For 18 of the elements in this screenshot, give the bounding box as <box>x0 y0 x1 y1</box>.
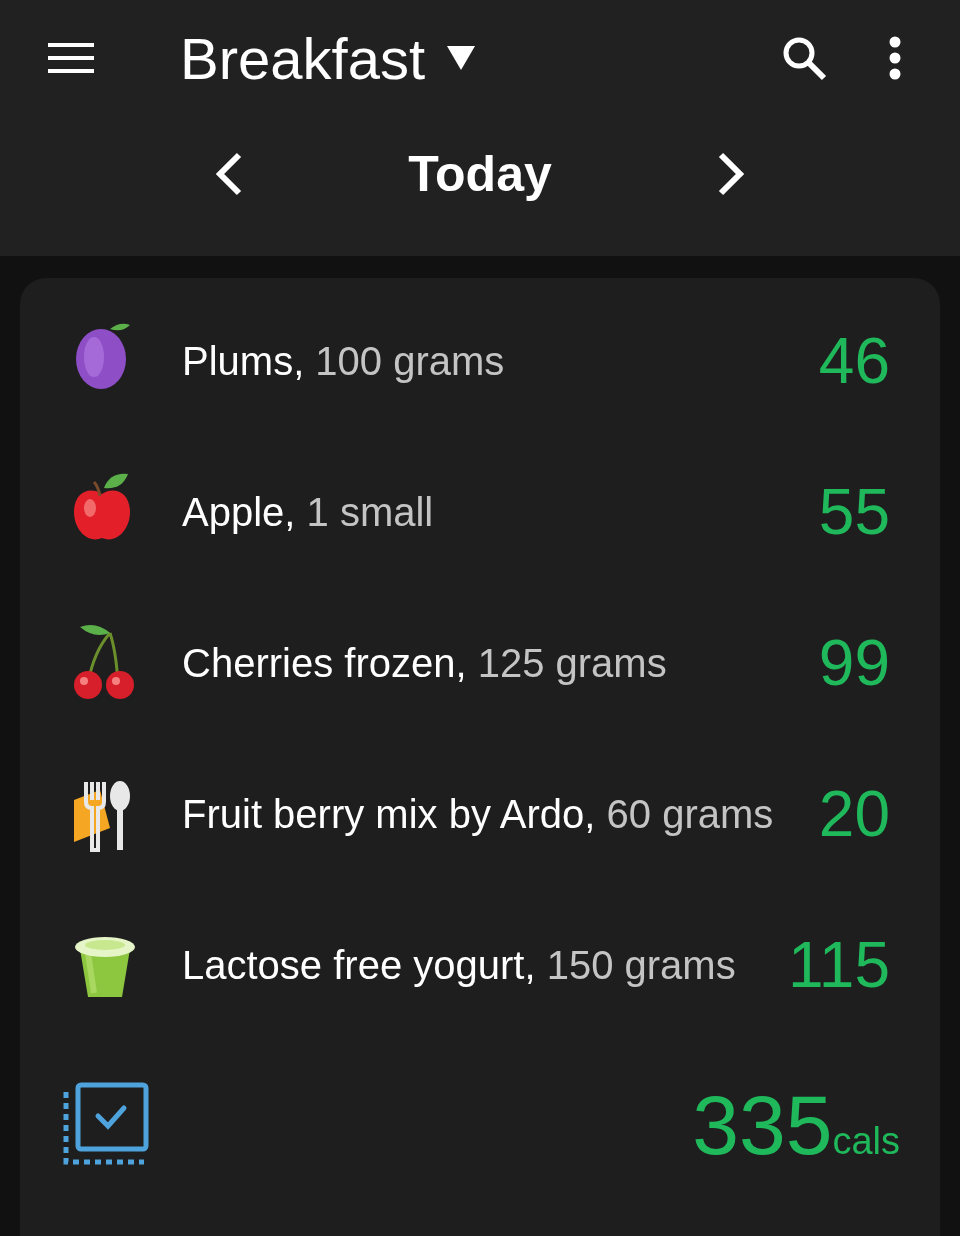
previous-day-icon[interactable] <box>214 152 244 196</box>
calorie-count: 46 <box>818 323 890 399</box>
checklist-icon[interactable] <box>62 1082 152 1168</box>
total-calories: 335cals <box>692 1083 900 1167</box>
calorie-count: 99 <box>818 625 890 701</box>
food-entry-label: Apple, 1 small <box>182 488 435 536</box>
calorie-count: 115 <box>787 927 890 1003</box>
date-label: Today <box>408 144 552 204</box>
food-entry-label: Lactose free yogurt, 150 grams <box>182 941 737 989</box>
meal-dropdown[interactable]: Breakfast <box>180 14 475 102</box>
more-options-icon[interactable] <box>888 36 902 80</box>
calorie-count: 55 <box>818 474 890 550</box>
food-entry-label: Fruit berry mix by Ardo, 60 grams <box>182 790 775 838</box>
food-entry-label: Plums, 100 grams <box>182 337 506 385</box>
next-day-icon[interactable] <box>716 152 746 196</box>
dropdown-icon <box>447 46 475 70</box>
food-entry-label: Cherries frozen, 125 grams <box>182 639 668 687</box>
calorie-count: 20 <box>818 776 890 852</box>
